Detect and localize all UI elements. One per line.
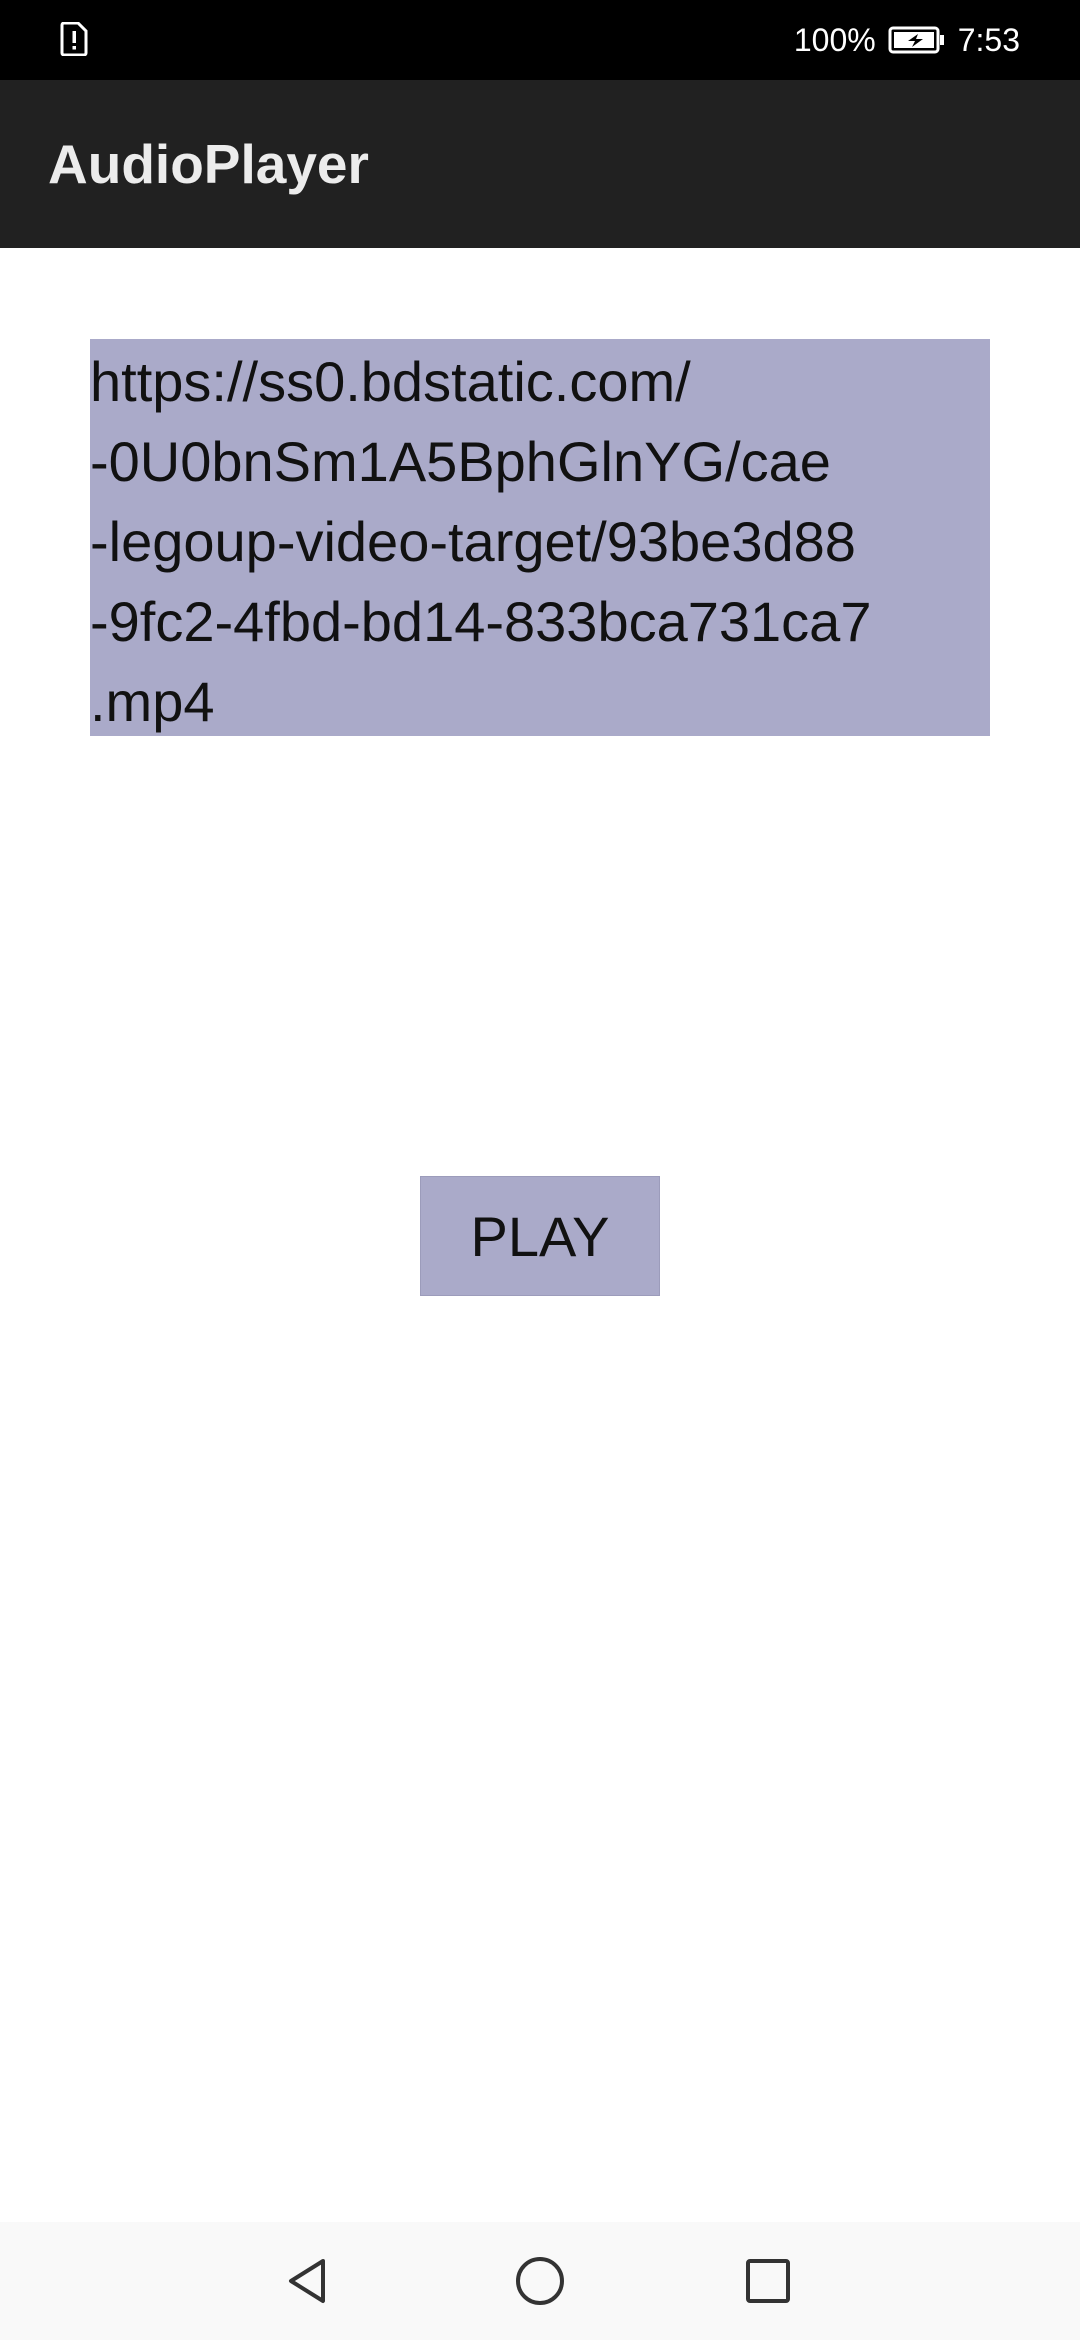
navigation-bar	[0, 2222, 1080, 2340]
back-button[interactable]	[248, 2222, 368, 2340]
battery-charging-icon	[888, 26, 944, 54]
home-button[interactable]	[480, 2222, 600, 2340]
home-circle-icon	[516, 2257, 564, 2305]
main-content: https://ss0.bdstatic.com/ -0U0bnSm1A5Bph…	[0, 248, 1080, 2222]
status-right-group: 100% 7:53	[794, 0, 1020, 80]
status-time: 7:53	[957, 21, 1020, 58]
recent-apps-button[interactable]	[708, 2222, 828, 2340]
sim-alert-icon	[60, 22, 88, 56]
back-triangle-icon	[289, 2259, 325, 2303]
app-bar: AudioPlayer	[0, 80, 1080, 248]
status-bar: 100% 7:53	[0, 0, 1080, 80]
play-button[interactable]: PLAY	[420, 1176, 660, 1296]
recent-square-icon	[746, 2259, 790, 2303]
battery-percent: 100%	[793, 21, 876, 58]
app-title: AudioPlayer	[48, 133, 369, 195]
url-input[interactable]: https://ss0.bdstatic.com/ -0U0bnSm1A5Bph…	[90, 339, 990, 736]
